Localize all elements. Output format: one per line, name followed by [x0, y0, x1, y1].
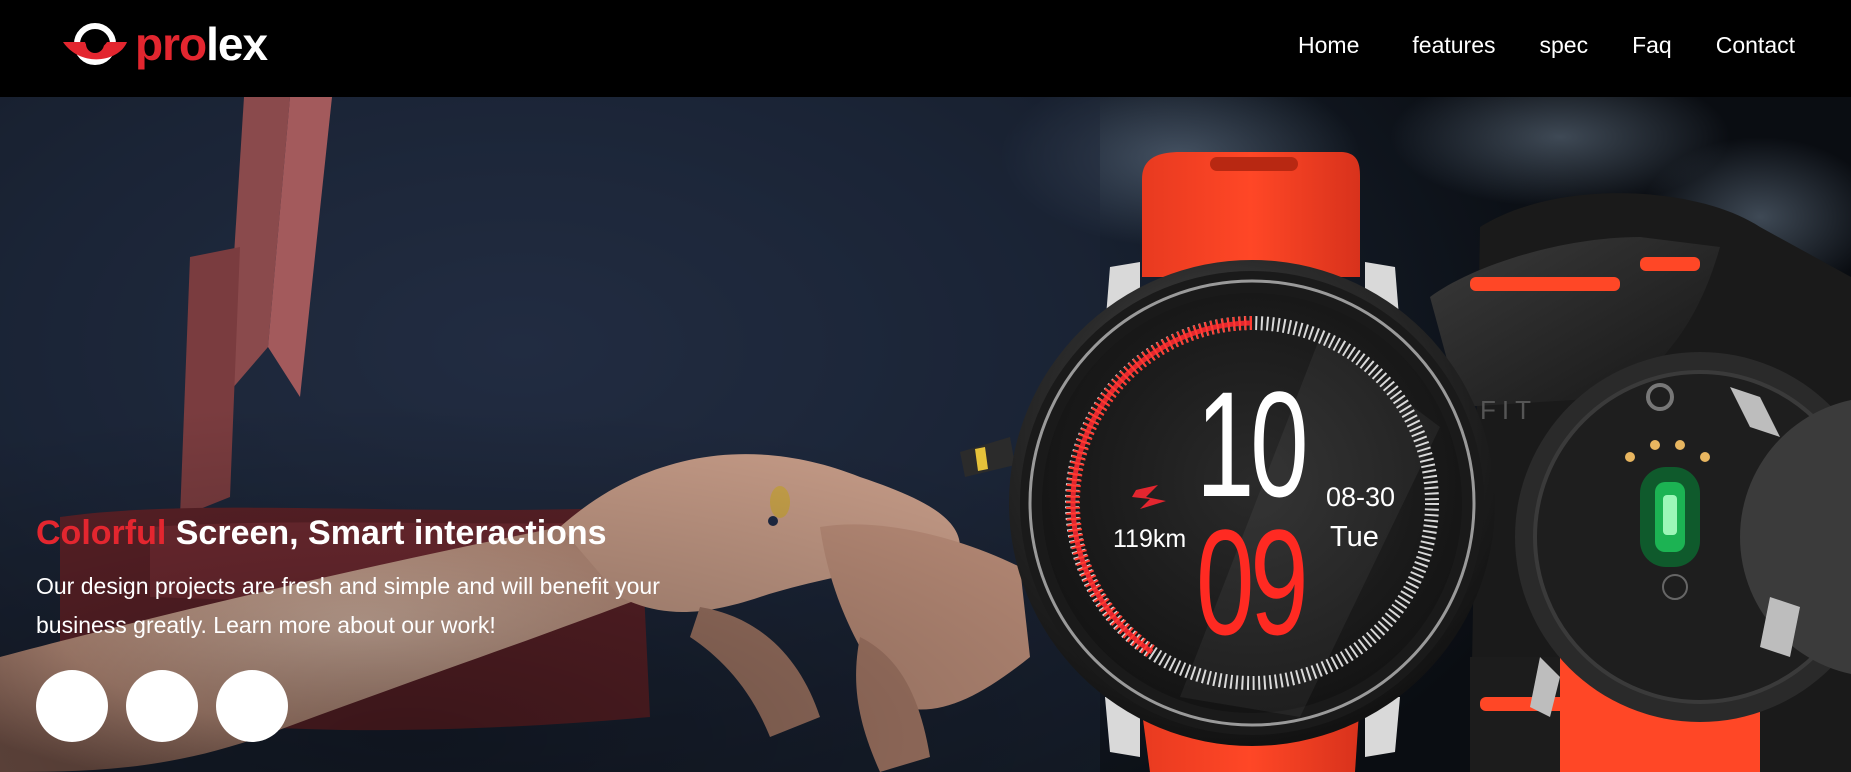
hero-description-line2: business greatly. Learn more about our w…	[36, 612, 496, 638]
watch-weekday: Tue	[1330, 521, 1379, 553]
slider-dots	[36, 670, 306, 742]
nav-home[interactable]: Home	[1298, 30, 1359, 60]
headline-accent: Colorful	[36, 514, 167, 552]
hero-headline: Colorful Screen, Smart interactions	[36, 513, 607, 553]
logo-text-pro: pro	[135, 18, 207, 70]
hero-banner: FIT 10 09 08-30 Tue 119km Colorful Scree…	[0, 97, 1851, 772]
slider-dot-3[interactable]	[216, 670, 288, 742]
watch-hour: 10	[1196, 360, 1309, 528]
logo-text-lex: lex	[206, 18, 268, 70]
hero-description-line1: Our design projects are fresh and simple…	[36, 573, 660, 599]
nav-spec[interactable]: spec	[1540, 30, 1589, 60]
headline-rest: Screen, Smart interactions	[166, 514, 607, 552]
watch-distance: 119km	[1113, 525, 1187, 553]
watch-minute: 09	[1196, 498, 1309, 666]
navbar: prolex Home features spec Faq Contact	[0, 0, 1851, 97]
nav-contact[interactable]: Contact	[1716, 30, 1795, 60]
slider-dot-1[interactable]	[36, 670, 108, 742]
page: prolex Home features spec Faq Contact FI…	[0, 0, 1851, 772]
logo[interactable]: prolex	[61, 16, 268, 72]
hero-description: Our design projects are fresh and simple…	[36, 567, 736, 645]
nav-features[interactable]: features	[1412, 30, 1495, 60]
logo-mark-icon	[63, 23, 127, 65]
main-nav: Home features spec Faq Contact	[1298, 30, 1795, 60]
watch-date: 08-30	[1326, 482, 1396, 512]
nav-faq[interactable]: Faq	[1632, 30, 1672, 60]
logo-text: prolex	[135, 18, 268, 70]
slider-dot-2[interactable]	[126, 670, 198, 742]
back-watch-text: FIT	[1480, 395, 1537, 425]
